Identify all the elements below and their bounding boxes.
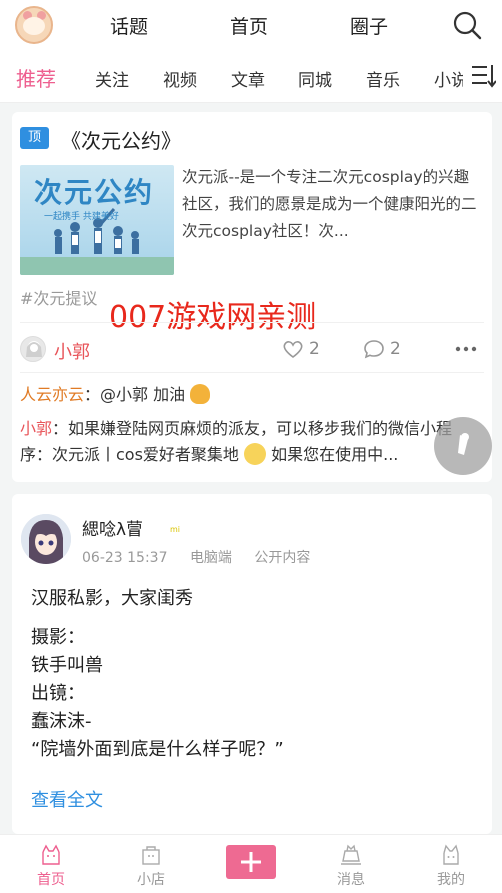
home-icon bbox=[42, 844, 60, 865]
post-thumbnail[interactable]: 次元公约 一起携手 共建美好 bbox=[20, 165, 174, 275]
comment-text: ：@小郭 加油 bbox=[84, 385, 186, 404]
thumbnail-title: 次元公约 bbox=[34, 176, 155, 209]
post-excerpt[interactable]: 次元派--是一个专注二次元cosplay的兴趣社区，我们的愿景是成为一个健康阳光… bbox=[182, 164, 484, 245]
post-tag[interactable]: #次元提议 bbox=[20, 285, 97, 309]
tab-label: 首页 bbox=[37, 872, 65, 888]
post-body-line: 摄影： bbox=[31, 627, 85, 648]
tab-label: 小店 bbox=[137, 872, 165, 888]
comment-item[interactable]: 人云亦云：@小郭 加油 bbox=[20, 382, 484, 408]
poster-username[interactable]: 緦唸λ萺 bbox=[82, 515, 143, 540]
post-device: 电脑端 bbox=[189, 550, 232, 566]
shop-icon bbox=[142, 846, 160, 865]
post-body-line: “院墙外面到底是什么样子呢？” bbox=[31, 739, 284, 760]
divider bbox=[20, 372, 484, 373]
tab-music[interactable]: 音乐 bbox=[366, 66, 400, 91]
divider bbox=[20, 322, 484, 323]
author-avatar[interactable] bbox=[20, 336, 46, 362]
commenter-name[interactable]: 人云亦云 bbox=[20, 385, 84, 404]
tab-recommend[interactable]: 推荐 bbox=[16, 63, 56, 92]
smile-icon bbox=[244, 443, 267, 465]
comment-item[interactable]: 小郭：如果嫌登陆网页麻烦的派友，可以移步我们的微信小程序：次元派丨cos爱好者聚… bbox=[20, 416, 484, 472]
tab-local[interactable]: 同城 bbox=[298, 66, 332, 91]
comment-count: 2 bbox=[390, 339, 401, 359]
comment-text-tail: 如果您在使用中... bbox=[266, 445, 399, 464]
post-body-line: 铁手叫兽 bbox=[31, 655, 103, 676]
flexed-biceps-icon bbox=[190, 384, 211, 404]
nav-home[interactable]: 首页 bbox=[230, 12, 268, 39]
bottom-tab-home[interactable]: 首页 bbox=[11, 835, 91, 893]
user-avatar[interactable] bbox=[15, 6, 53, 44]
post-visibility: 公开内容 bbox=[254, 550, 311, 566]
message-icon bbox=[341, 844, 361, 865]
post-meta: 06-23 15:37 电脑端 公开内容 bbox=[82, 547, 328, 567]
poster-avatar[interactable] bbox=[21, 514, 71, 564]
author-row: 小郭 2 2 bbox=[20, 336, 484, 366]
tab-video[interactable]: 视频 bbox=[163, 66, 197, 91]
user-level-badge: mi bbox=[170, 525, 181, 534]
add-post-button[interactable] bbox=[226, 845, 276, 879]
author-name[interactable]: 小郭 bbox=[54, 338, 90, 364]
commenter-name[interactable]: 小郭 bbox=[20, 419, 52, 438]
tab-label: 消息 bbox=[337, 872, 365, 888]
post-body-line: 出镜： bbox=[31, 683, 85, 704]
post-title[interactable]: 《次元公约》 bbox=[61, 125, 181, 154]
search-icon[interactable] bbox=[452, 10, 482, 40]
comment-icon bbox=[364, 340, 384, 359]
comment-button[interactable]: 2 bbox=[363, 339, 401, 359]
profile-icon bbox=[443, 844, 459, 865]
top-bar: 话题 首页 圈子 bbox=[0, 0, 502, 50]
bottom-tab-messages[interactable]: 消息 bbox=[311, 835, 391, 893]
menu-icon[interactable] bbox=[470, 63, 496, 89]
tab-label: 我的 bbox=[437, 872, 465, 888]
nav-circle[interactable]: 圈子 bbox=[350, 12, 388, 39]
thumbnail-slogan: 一起携手 共建美好 bbox=[44, 212, 119, 222]
pinned-badge: 顶 bbox=[20, 127, 49, 149]
nav-topics[interactable]: 话题 bbox=[110, 12, 148, 39]
category-tabs: 推荐 关注 视频 文章 同城 音乐 小说 bbox=[0, 50, 502, 103]
more-icon[interactable] bbox=[454, 340, 478, 358]
bottom-tab-shop[interactable]: 小店 bbox=[111, 835, 191, 893]
heart-icon bbox=[283, 341, 303, 359]
floating-action-button[interactable] bbox=[434, 417, 492, 475]
read-more-link[interactable]: 查看全文 bbox=[31, 786, 103, 812]
post-body-line: 蠢沫沫- bbox=[31, 711, 92, 732]
like-count: 2 bbox=[309, 339, 320, 359]
tab-novel[interactable]: 小说 bbox=[434, 66, 463, 91]
pinned-post-card[interactable]: 顶 《次元公约》 次元公约 一起携手 共建美好 次元派--是一个专注二次元cos… bbox=[12, 112, 492, 482]
tab-novel-clip: 小说 bbox=[430, 50, 463, 102]
watermark-text: 007游戏网亲测 bbox=[109, 300, 317, 335]
user-post-card[interactable]: 緦唸λ萺 mi 06-23 15:37 电脑端 公开内容 汉服私影，大家闺秀 摄… bbox=[12, 494, 492, 834]
tab-article[interactable]: 文章 bbox=[231, 66, 265, 91]
post-body-line: 汉服私影，大家闺秀 bbox=[31, 588, 193, 609]
bottom-tab-profile[interactable]: 我的 bbox=[411, 835, 491, 893]
like-button[interactable]: 2 bbox=[282, 339, 320, 359]
plus-icon bbox=[241, 852, 261, 872]
post-date: 06-23 15:37 bbox=[82, 550, 168, 566]
tab-follow[interactable]: 关注 bbox=[95, 66, 129, 91]
